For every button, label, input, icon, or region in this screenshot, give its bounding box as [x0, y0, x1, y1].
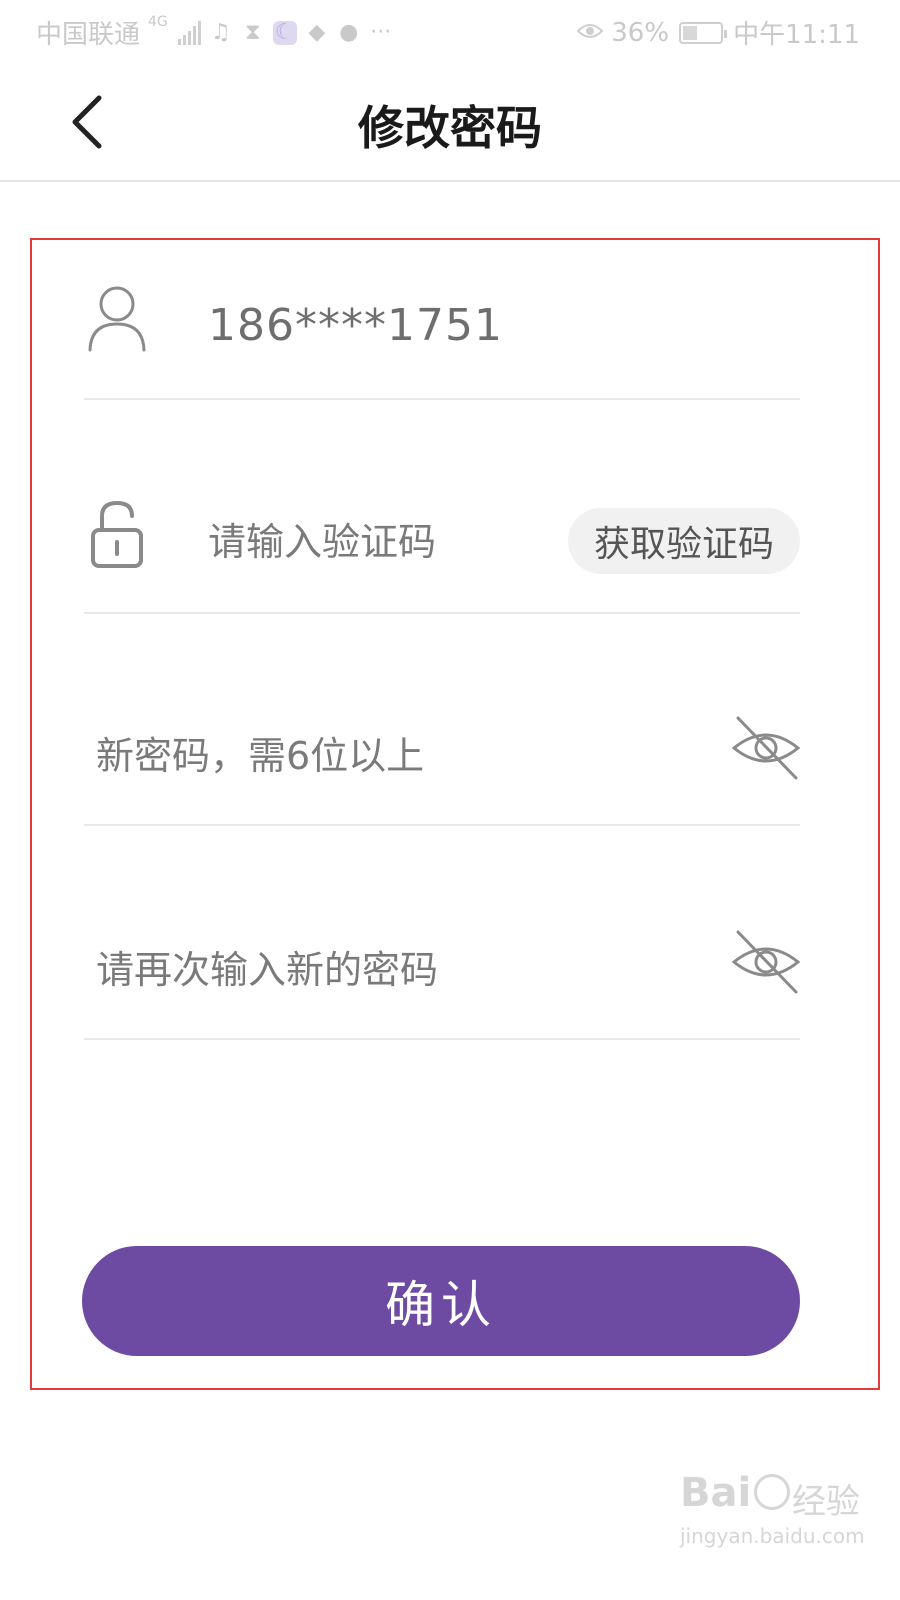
confirm-button[interactable]: 确认	[82, 1246, 800, 1356]
battery-percent: 36%	[611, 17, 670, 48]
new-password-row	[84, 680, 801, 826]
confirm-password-input[interactable]	[96, 940, 656, 1000]
carrier-name: 中国联通	[36, 20, 141, 50]
watermark-url: jingyan.baidu.com	[680, 1524, 865, 1548]
confirm-password-row	[84, 894, 801, 1040]
phone-number: 186****1751	[208, 300, 503, 351]
new-password-input[interactable]	[96, 726, 656, 786]
music-icon: ♫	[210, 19, 231, 45]
eye-off-icon	[731, 930, 801, 994]
hourglass-icon: ⧗	[245, 19, 261, 45]
lock-icon	[84, 500, 150, 570]
moon-app-icon: ☾	[272, 20, 297, 45]
user-icon	[84, 284, 150, 352]
change-password-screen: 中国联通 4G ♫ ⧗ ☾ ◆ ● ··· 36% 中午11:11 修改密码 1…	[0, 0, 900, 1600]
battery-icon	[679, 21, 728, 44]
network-type: 4G	[148, 14, 168, 30]
game-app-icon: ◆	[308, 19, 326, 45]
status-right: 36% 中午11:11	[576, 14, 860, 51]
watermark-brand: 经验	[792, 1482, 860, 1522]
status-bar: 中国联通 4G ♫ ⧗ ☾ ◆ ● ··· 36% 中午11:11	[0, 0, 900, 64]
clock: 中午11:11	[733, 20, 860, 50]
page-title: 修改密码	[358, 101, 542, 155]
code-row: 获取验证码	[84, 460, 800, 614]
confirm-password-visibility-toggle[interactable]	[731, 928, 801, 996]
navigation-bar: 修改密码	[0, 64, 900, 182]
watermark-logo: Bai	[680, 1470, 752, 1516]
paw-icon	[754, 1474, 790, 1510]
verification-code-input[interactable]	[208, 512, 548, 572]
phone-row: 186****1751	[84, 260, 800, 400]
location-icon: ●	[339, 19, 359, 45]
status-left: 中国联通 4G ♫ ⧗ ☾ ◆ ● ···	[36, 14, 393, 51]
eye-off-icon	[731, 716, 801, 780]
eye-icon	[576, 21, 604, 45]
watermark: Bai 经验 jingyan.baidu.com	[680, 1470, 870, 1560]
new-password-visibility-toggle[interactable]	[731, 714, 801, 782]
more-dots-icon: ···	[370, 19, 392, 45]
get-code-button[interactable]: 获取验证码	[568, 508, 800, 574]
signal-icon	[177, 20, 201, 45]
